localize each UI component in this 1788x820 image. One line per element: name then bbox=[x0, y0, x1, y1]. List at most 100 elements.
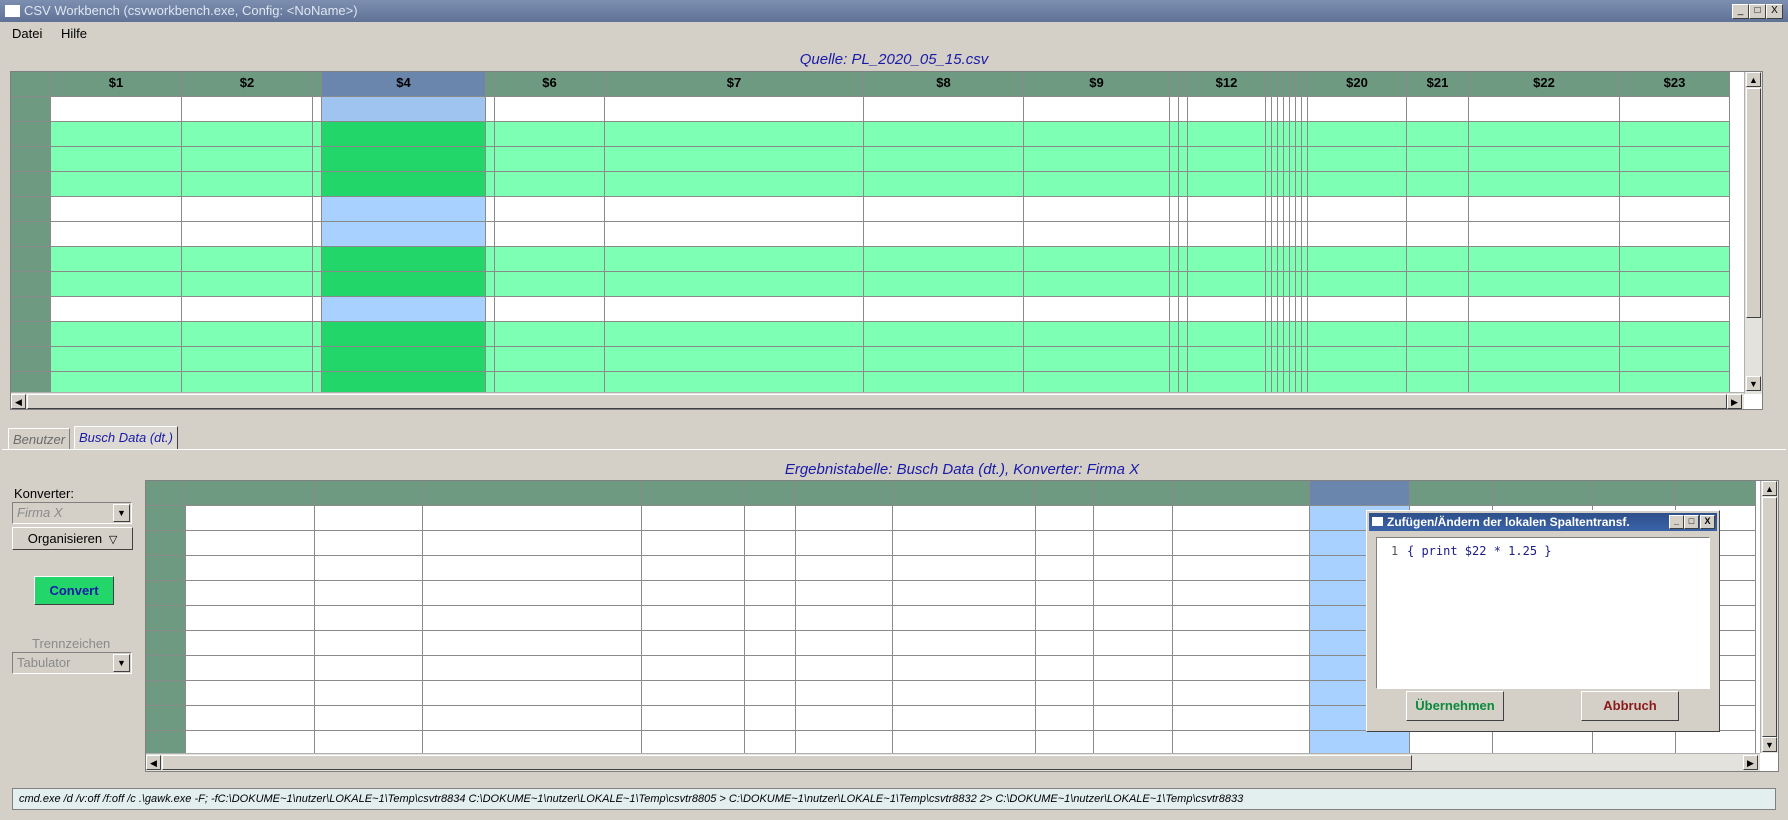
data-cell[interactable] bbox=[745, 606, 796, 631]
data-cell[interactable] bbox=[642, 656, 745, 681]
minimize-button[interactable]: _ bbox=[1732, 4, 1749, 19]
data-cell[interactable] bbox=[1036, 506, 1094, 531]
data-cell[interactable] bbox=[1094, 581, 1173, 606]
data-cell[interactable] bbox=[1173, 681, 1310, 706]
data-cell[interactable] bbox=[186, 556, 315, 581]
data-cell[interactable] bbox=[605, 222, 864, 247]
data-cell[interactable] bbox=[605, 147, 864, 172]
data-cell[interactable] bbox=[864, 247, 1024, 272]
data-cell[interactable] bbox=[1170, 197, 1179, 222]
data-cell[interactable] bbox=[51, 272, 182, 297]
data-cell[interactable] bbox=[864, 322, 1024, 347]
data-cell[interactable] bbox=[313, 272, 322, 297]
data-cell[interactable] bbox=[423, 681, 642, 706]
data-cell[interactable] bbox=[605, 247, 864, 272]
column-header[interactable] bbox=[893, 481, 1036, 506]
row-header[interactable] bbox=[146, 681, 186, 706]
data-cell[interactable] bbox=[313, 297, 322, 322]
data-cell[interactable] bbox=[605, 322, 864, 347]
scroll-right-icon[interactable]: ▶ bbox=[1743, 755, 1758, 770]
data-cell[interactable] bbox=[642, 681, 745, 706]
row-header[interactable] bbox=[11, 197, 51, 222]
data-cell[interactable] bbox=[745, 556, 796, 581]
data-cell[interactable] bbox=[1024, 272, 1170, 297]
data-cell[interactable] bbox=[1036, 606, 1094, 631]
data-cell[interactable] bbox=[182, 172, 313, 197]
data-cell[interactable] bbox=[322, 247, 486, 272]
data-cell[interactable] bbox=[642, 706, 745, 731]
data-cell[interactable] bbox=[1308, 222, 1407, 247]
data-cell[interactable] bbox=[313, 222, 322, 247]
data-cell[interactable] bbox=[495, 122, 605, 147]
column-header[interactable] bbox=[486, 72, 495, 97]
data-cell[interactable] bbox=[486, 347, 495, 372]
data-cell[interactable] bbox=[495, 172, 605, 197]
label-cell[interactable] bbox=[1407, 97, 1469, 122]
scroll-right-icon[interactable]: ▶ bbox=[1727, 394, 1742, 409]
data-cell[interactable] bbox=[313, 347, 322, 372]
data-cell[interactable] bbox=[51, 197, 182, 222]
data-cell[interactable] bbox=[1179, 147, 1188, 172]
data-cell[interactable] bbox=[745, 681, 796, 706]
data-cell[interactable] bbox=[796, 681, 893, 706]
column-header[interactable]: $9 bbox=[1024, 72, 1170, 97]
data-cell[interactable] bbox=[1173, 606, 1310, 631]
data-cell[interactable] bbox=[182, 347, 313, 372]
data-cell[interactable] bbox=[1188, 247, 1266, 272]
data-cell[interactable] bbox=[1024, 222, 1170, 247]
data-cell[interactable] bbox=[864, 347, 1024, 372]
data-cell[interactable] bbox=[322, 322, 486, 347]
data-cell[interactable] bbox=[1407, 297, 1469, 322]
data-cell[interactable] bbox=[322, 272, 486, 297]
data-cell[interactable] bbox=[605, 347, 864, 372]
data-cell[interactable] bbox=[1170, 172, 1179, 197]
data-cell[interactable] bbox=[1024, 147, 1170, 172]
data-cell[interactable] bbox=[1188, 347, 1266, 372]
data-cell[interactable] bbox=[1024, 247, 1170, 272]
label-cell[interactable] bbox=[486, 97, 495, 122]
data-cell[interactable] bbox=[495, 147, 605, 172]
column-header[interactable]: $6 bbox=[495, 72, 605, 97]
label-cell[interactable] bbox=[1188, 97, 1266, 122]
data-cell[interactable] bbox=[893, 581, 1036, 606]
data-cell[interactable] bbox=[315, 706, 423, 731]
data-cell[interactable] bbox=[1308, 197, 1407, 222]
data-cell[interactable] bbox=[51, 247, 182, 272]
row-header[interactable] bbox=[11, 347, 51, 372]
data-cell[interactable] bbox=[745, 531, 796, 556]
data-cell[interactable] bbox=[864, 172, 1024, 197]
row-header[interactable] bbox=[11, 247, 51, 272]
data-cell[interactable] bbox=[51, 122, 182, 147]
data-cell[interactable] bbox=[1170, 147, 1179, 172]
data-cell[interactable] bbox=[893, 706, 1036, 731]
data-cell[interactable] bbox=[1469, 122, 1620, 147]
data-cell[interactable] bbox=[1620, 172, 1730, 197]
row-header[interactable] bbox=[11, 272, 51, 297]
data-cell[interactable] bbox=[1170, 347, 1179, 372]
data-cell[interactable] bbox=[1094, 706, 1173, 731]
data-cell[interactable] bbox=[1188, 122, 1266, 147]
data-cell[interactable] bbox=[1469, 297, 1620, 322]
data-cell[interactable] bbox=[1094, 606, 1173, 631]
data-cell[interactable] bbox=[322, 297, 486, 322]
tab-benutzer[interactable]: Benutzer bbox=[8, 428, 71, 450]
menu-hilfe[interactable]: Hilfe bbox=[61, 26, 87, 41]
data-cell[interactable] bbox=[893, 631, 1036, 656]
data-cell[interactable] bbox=[1407, 122, 1469, 147]
data-cell[interactable] bbox=[1407, 147, 1469, 172]
data-cell[interactable] bbox=[51, 322, 182, 347]
label-cell[interactable] bbox=[605, 97, 864, 122]
column-header[interactable]: $1 bbox=[51, 72, 182, 97]
data-cell[interactable] bbox=[486, 222, 495, 247]
data-cell[interactable] bbox=[605, 272, 864, 297]
data-cell[interactable] bbox=[1036, 556, 1094, 581]
scroll-left-icon[interactable]: ◀ bbox=[11, 394, 26, 409]
column-header[interactable] bbox=[186, 481, 315, 506]
dialog-maximize-button[interactable]: □ bbox=[1684, 515, 1699, 529]
data-cell[interactable] bbox=[1173, 656, 1310, 681]
result-vertical-scrollbar[interactable]: ▲ ▼ bbox=[1760, 481, 1778, 753]
column-header[interactable] bbox=[1593, 481, 1676, 506]
row-header[interactable] bbox=[11, 297, 51, 322]
label-cell[interactable] bbox=[51, 97, 182, 122]
column-header[interactable] bbox=[1179, 72, 1188, 97]
